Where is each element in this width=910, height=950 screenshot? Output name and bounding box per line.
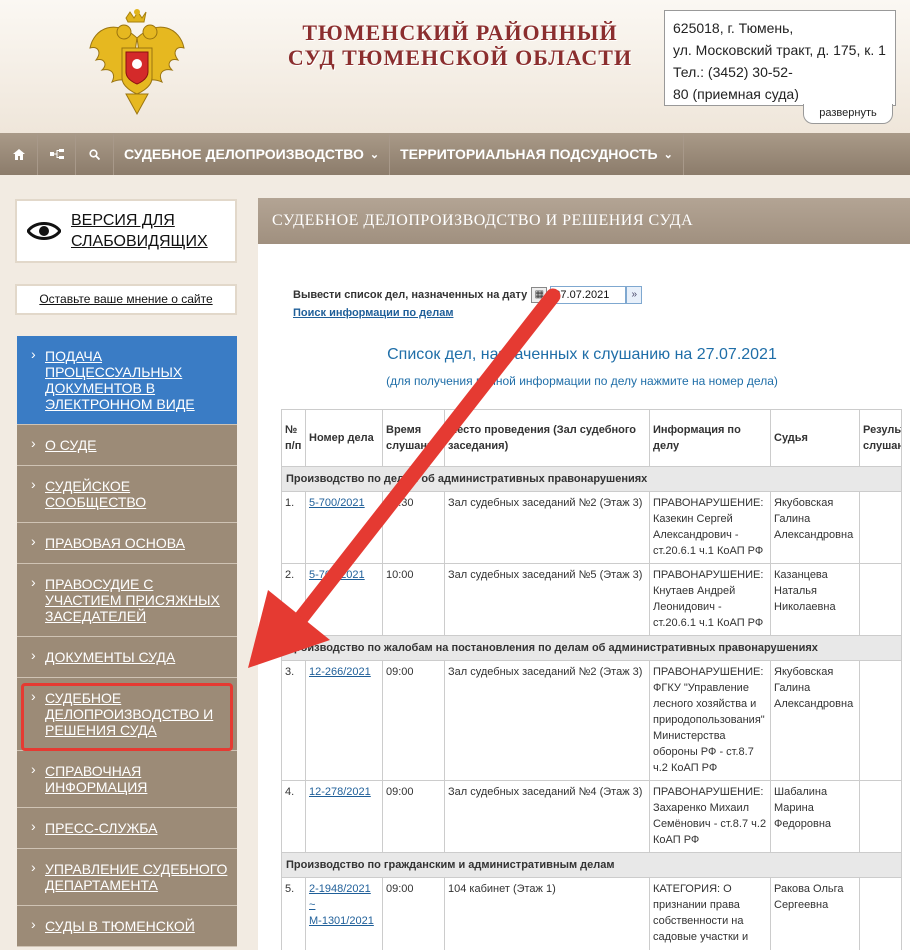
cell-place: Зал судебных заседаний №2 (Этаж 3) (444, 660, 650, 781)
cell-result (859, 660, 902, 781)
sidebar-item-courts[interactable]: СУДЫ В ТЮМЕНСКОЙ (17, 906, 237, 947)
top-navigation: СУДЕБНОЕ ДЕЛОПРОИЗВОДСТВО ⌄ ТЕРРИТОРИАЛЬ… (0, 133, 910, 175)
nav-court-proceedings[interactable]: СУДЕБНОЕ ДЕЛОПРОИЗВОДСТВО ⌄ (114, 133, 391, 175)
cell-result (859, 491, 902, 564)
sidebar-item-reference[interactable]: СПРАВОЧНАЯ ИНФОРМАЦИЯ (17, 751, 237, 808)
cell-place: Зал судебных заседаний №2 (Этаж 3) (444, 491, 650, 564)
section-row: Производство по делам об административны… (281, 466, 902, 492)
cell-time: 09:00 (382, 877, 445, 950)
cell-info: ПРАВОНАРУШЕНИЕ: ФГКУ "Управление лесного… (649, 660, 771, 781)
cell-number: 3. (281, 660, 306, 781)
low-vision-label: ВЕРСИЯ ДЛЯ СЛАБОВИДЯЩИХ (71, 212, 208, 250)
section-title: Производство по делам об административны… (281, 466, 902, 492)
cell-place: Зал судебных заседаний №4 (Этаж 3) (444, 780, 650, 853)
cell-number: 4. (281, 780, 306, 853)
column-header: Место проведения (Зал судебного заседани… (444, 409, 650, 467)
cell-number: 5. (281, 877, 306, 950)
table-row: 1. 5-700/2021 10:30 Зал судебных заседан… (281, 491, 902, 564)
column-header: Судья (770, 409, 860, 467)
cell-judge: Шабалина Марина Федоровна (770, 780, 860, 853)
sidebar-item-judges-community[interactable]: СУДЕЙСКОЕ СООБЩЕСТВО (17, 466, 237, 523)
sidebar-item-department[interactable]: УПРАВЛЕНИЕ СУДЕБНОГО ДЕПАРТАМЕНТА (17, 849, 237, 906)
column-header: Номер дела (305, 409, 383, 467)
date-filter: Вывести список дел, назначенных на дату … (293, 286, 643, 304)
sitemap-icon[interactable] (38, 133, 76, 175)
section-title: Производство по гражданским и администра… (281, 852, 902, 878)
list-subtitle: (для получения полной информации по делу… (386, 374, 778, 388)
address-line: ул. Московский тракт, д. 175, к. 1 (673, 42, 886, 58)
chevron-down-icon: ⌄ (663, 148, 673, 161)
chevron-down-icon: ⌄ (369, 148, 380, 161)
date-input[interactable]: 27.07.2021 (550, 286, 627, 304)
case-number-link[interactable]: 12-278/2021 (309, 786, 371, 798)
coat-of-arms-icon (89, 9, 185, 116)
sidebar-item-about[interactable]: О СУДЕ (17, 425, 237, 466)
section-row: Производство по гражданским и администра… (281, 852, 902, 878)
cell-place: Зал судебных заседаний №5 (Этаж 3) (444, 563, 650, 636)
address-line: Тел.: (3452) 30-52- (673, 64, 793, 80)
case-number-link[interactable]: 5-701/2021 (309, 569, 365, 581)
cell-result (859, 780, 902, 853)
cell-time: 09:00 (382, 660, 445, 781)
search-icon[interactable] (76, 133, 114, 175)
table-row: 2. 5-701/2021 10:00 Зал судебных заседан… (281, 563, 902, 636)
site-header: ТЮМЕНСКИЙ РАЙОННЫЙ СУД ТЮМЕНСКОЙ ОБЛАСТИ… (0, 0, 910, 133)
cell-judge: Якубовская Галина Александровна (770, 491, 860, 564)
expand-address-button[interactable]: развернуть (803, 104, 893, 124)
table-header-row: № п/п Номер дела Время слушания Место пр… (281, 409, 902, 467)
case-number-link[interactable]: 2-1948/2021 ~ М-1301/2021 (309, 883, 374, 927)
address-box: 625018, г. Тюмень, ул. Московский тракт,… (664, 10, 896, 106)
cell-time: 10:00 (382, 563, 445, 636)
nav-label: СУДЕБНОЕ ДЕЛОПРОИЗВОДСТВО (124, 146, 364, 162)
cell-judge: Казанцева Наталья Николаевна (770, 563, 860, 636)
cell-result (859, 563, 902, 636)
cell-place: 104 кабинет (Этаж 1) (444, 877, 650, 950)
sidebar-menu: ПОДАЧА ПРОЦЕССУАЛЬНЫХ ДОКУМЕНТОВ В ЭЛЕКТ… (17, 336, 237, 947)
court-name: ТЮМЕНСКИЙ РАЙОННЫЙ СУД ТЮМЕНСКОЙ ОБЛАСТИ (287, 20, 633, 70)
calendar-icon[interactable]: ▦ (531, 287, 548, 303)
page-title: СУДЕБНОЕ ДЕЛОПРОИЗВОДСТВО И РЕШЕНИЯ СУДА (258, 198, 910, 244)
cell-number: 1. (281, 491, 306, 564)
table-row: 5. 2-1948/2021 ~ М-1301/2021 09:00 104 к… (281, 877, 902, 950)
cell-info: КАТЕГОРИЯ: О признании права собственнос… (649, 877, 771, 950)
annotation-highlight-box (21, 683, 233, 751)
sidebar-item-legal-basis[interactable]: ПРАВОВАЯ ОСНОВА (17, 523, 237, 564)
submit-date-button[interactable]: » (626, 286, 643, 304)
cell-result (859, 877, 902, 950)
cell-info: ПРАВОНАРУШЕНИЕ: Казекин Сергей Александр… (649, 491, 771, 564)
column-header: № п/п (281, 409, 306, 467)
feedback-link[interactable]: Оставьте ваше мнение о сайте (15, 284, 237, 315)
low-vision-version-link[interactable]: ВЕРСИЯ ДЛЯ СЛАБОВИДЯЩИХ (15, 199, 237, 263)
cell-judge: Ракова Ольга Сергеевна (770, 877, 860, 950)
nav-label: ТЕРРИТОРИАЛЬНАЯ ПОДСУДНОСТЬ (400, 146, 658, 162)
cell-time: 10:30 (382, 491, 445, 564)
section-row: Производство по жалобам на постановления… (281, 635, 902, 661)
nav-territorial-jurisdiction[interactable]: ТЕРРИТОРИАЛЬНАЯ ПОДСУДНОСТЬ ⌄ (390, 133, 684, 175)
cell-time: 09:00 (382, 780, 445, 853)
address-line: 80 (приемная суда) (673, 86, 799, 102)
column-header: Время слушания (382, 409, 445, 467)
case-number-link[interactable]: 12-266/2021 (309, 666, 371, 678)
sidebar-item-documents[interactable]: ДОКУМЕНТЫ СУДА (17, 637, 237, 678)
date-label: Вывести список дел, назначенных на дату (293, 289, 528, 301)
list-title: Список дел, назначенных к слушанию на 27… (387, 346, 777, 363)
case-search-link[interactable]: Поиск информации по делам (293, 307, 453, 319)
case-number-link[interactable]: 5-700/2021 (309, 497, 365, 509)
sidebar-item-jury[interactable]: ПРАВОСУДИЕ С УЧАСТИЕМ ПРИСЯЖНЫХ ЗАСЕДАТЕ… (17, 564, 237, 637)
cell-judge: Якубовская Галина Александровна (770, 660, 860, 781)
cases-table: № п/п Номер дела Время слушания Место пр… (281, 409, 902, 950)
table-row: 3. 12-266/2021 09:00 Зал судебных заседа… (281, 660, 902, 781)
cell-number: 2. (281, 563, 306, 636)
address-line: 625018, г. Тюмень, (673, 20, 794, 36)
home-icon[interactable] (0, 133, 38, 175)
table-row: 4. 12-278/2021 09:00 Зал судебных заседа… (281, 780, 902, 853)
column-header: Результат слушания (859, 409, 902, 467)
sidebar-item-press[interactable]: ПРЕСС-СЛУЖБА (17, 808, 237, 849)
cell-info: ПРАВОНАРУШЕНИЕ: Кнутаев Андрей Леонидови… (649, 563, 771, 636)
cell-info: ПРАВОНАРУШЕНИЕ: Захаренко Михаил Семёнов… (649, 780, 771, 853)
eye-icon (27, 222, 61, 240)
sidebar-item-e-filing[interactable]: ПОДАЧА ПРОЦЕССУАЛЬНЫХ ДОКУМЕНТОВ В ЭЛЕКТ… (17, 336, 237, 425)
section-title: Производство по жалобам на постановления… (281, 635, 902, 661)
column-header: Информация по делу (649, 409, 771, 467)
